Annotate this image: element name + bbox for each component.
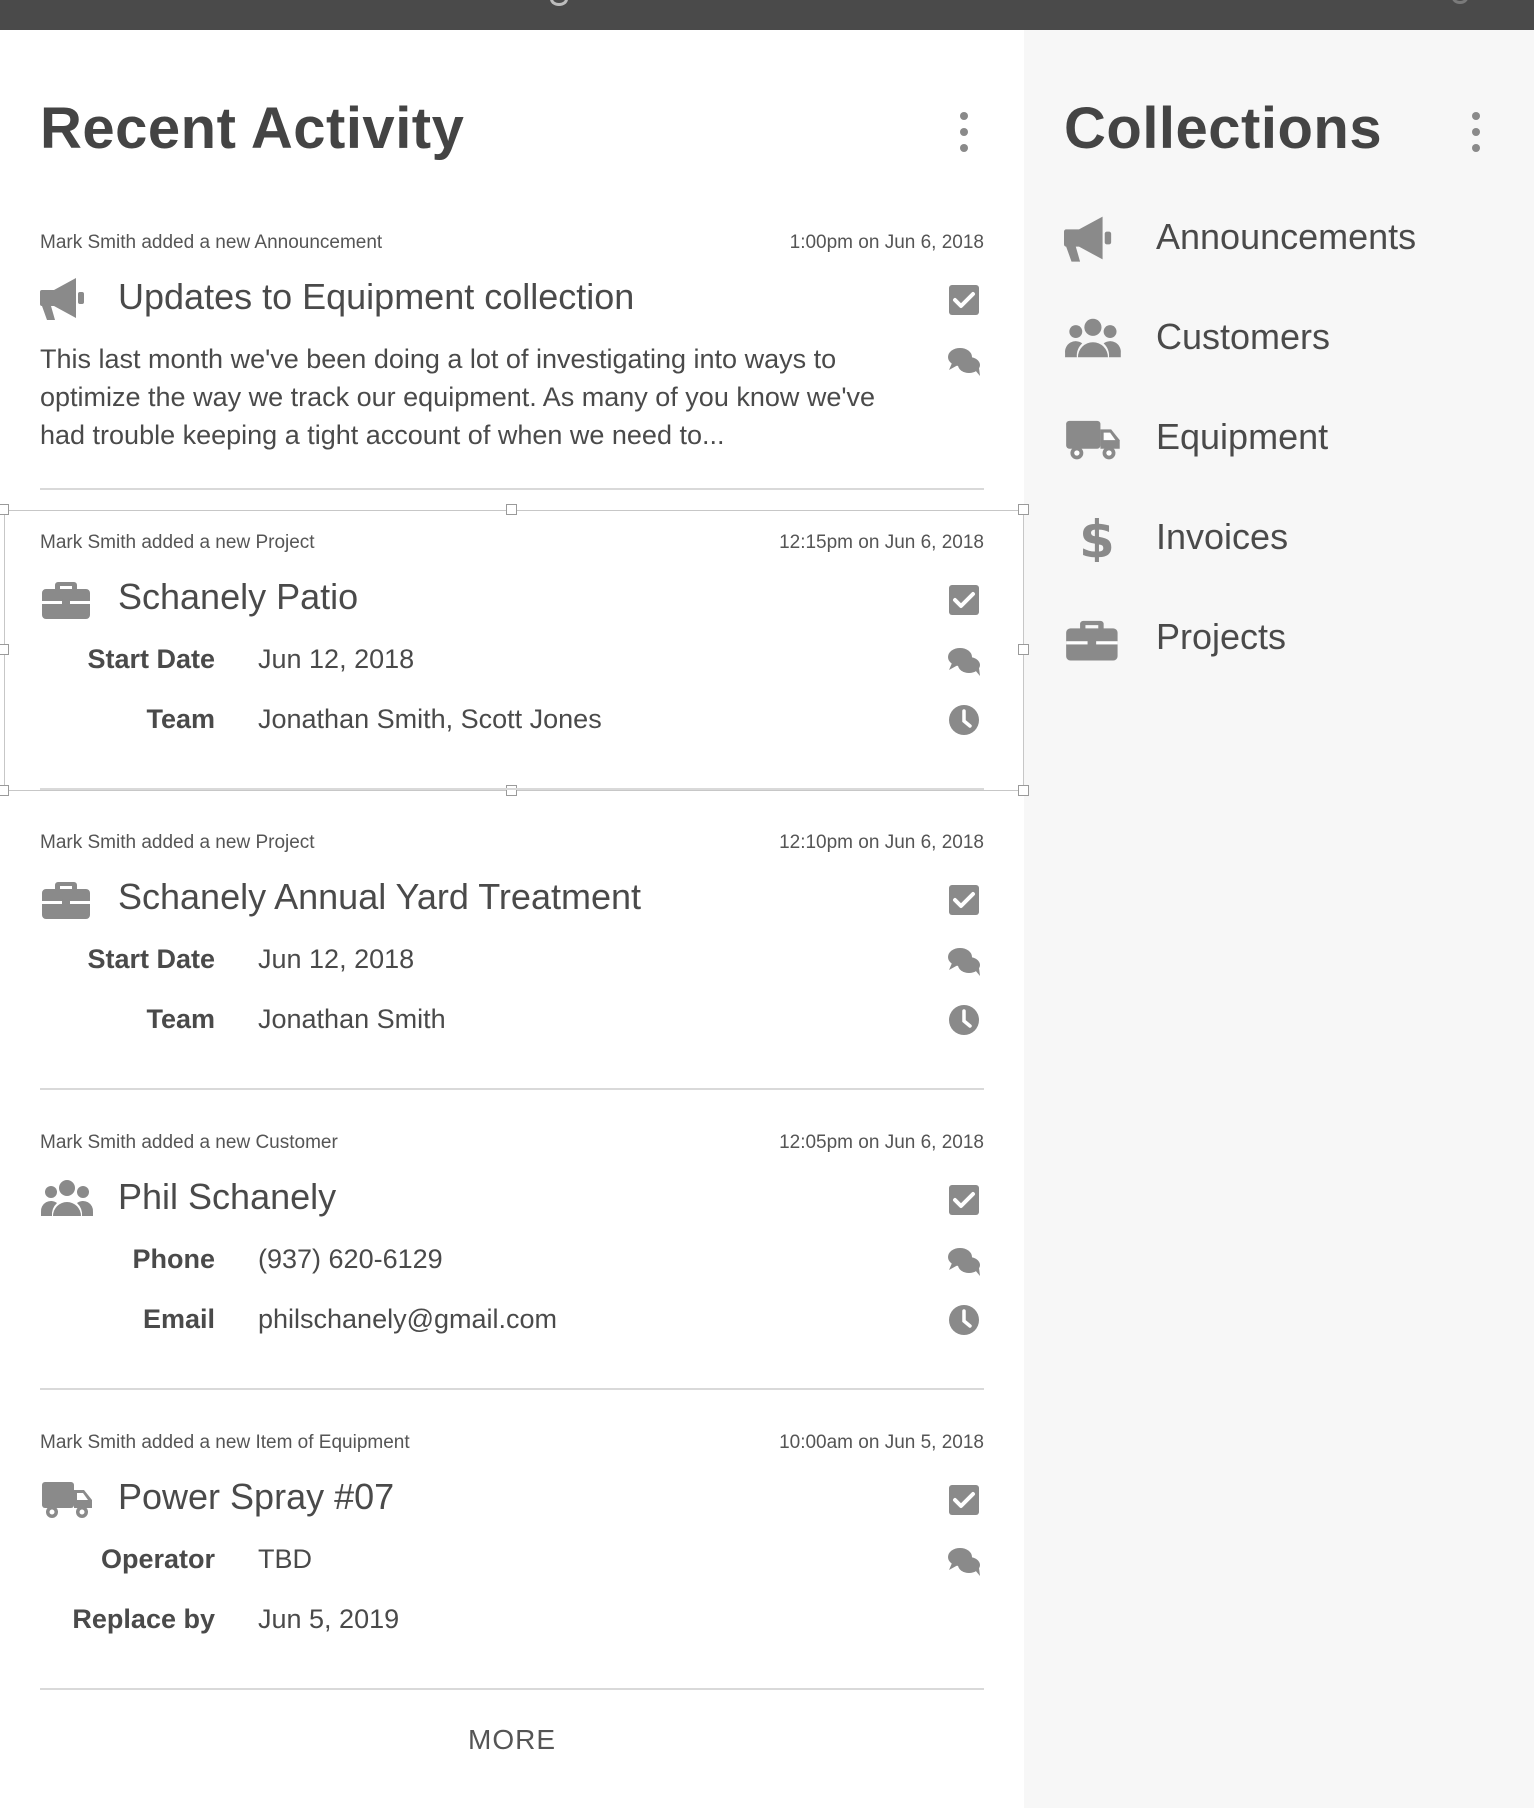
collection-label: Equipment bbox=[1156, 416, 1329, 457]
resize-handle[interactable] bbox=[1018, 644, 1029, 655]
collection-item-announcements[interactable]: Announcements bbox=[1064, 208, 1504, 268]
entry-title[interactable]: Phil Schanely bbox=[118, 1176, 336, 1218]
checkbox-icon[interactable] bbox=[946, 1482, 982, 1518]
entry-title[interactable]: Updates to Equipment collection bbox=[118, 276, 634, 318]
entry-title[interactable]: Schanely Annual Yard Treatment bbox=[118, 876, 641, 918]
entry-time: 12:05pm on Jun 6, 2018 bbox=[779, 1132, 984, 1153]
truck-icon bbox=[42, 1482, 92, 1518]
field-value: Jun 5, 2019 bbox=[258, 1604, 400, 1634]
top-bar bbox=[0, 0, 1534, 30]
entry-time: 1:00pm on Jun 6, 2018 bbox=[789, 232, 984, 253]
field-value: (937) 620-6129 bbox=[258, 1244, 443, 1274]
checkbox-icon[interactable] bbox=[946, 582, 982, 618]
collection-item-projects[interactable]: Projects bbox=[1064, 608, 1504, 668]
resize-handle[interactable] bbox=[506, 785, 517, 796]
entry-meta: Mark Smith added a new Project bbox=[40, 532, 315, 553]
field-label: Team bbox=[146, 704, 215, 734]
megaphone-icon bbox=[40, 278, 84, 320]
checkbox-icon[interactable] bbox=[946, 1182, 982, 1218]
activity-entry: Mark Smith added a new Project 12:15pm o… bbox=[40, 532, 984, 752]
field-label: Phone bbox=[132, 1244, 215, 1274]
field-value: Jun 12, 2018 bbox=[258, 644, 415, 674]
activity-entry: Mark Smith added a new Item of Equipment… bbox=[40, 1432, 984, 1652]
divider bbox=[40, 1688, 984, 1690]
collections-title: Collections bbox=[1064, 96, 1383, 161]
field-value: Jonathan Smith, Scott Jones bbox=[258, 704, 602, 734]
field-label: Start Date bbox=[87, 944, 215, 974]
entry-title[interactable]: Schanely Patio bbox=[118, 576, 358, 618]
activity-entry: Mark Smith added a new Project 12:10pm o… bbox=[40, 832, 984, 1052]
users-icon bbox=[1065, 318, 1121, 358]
entry-time: 12:15pm on Jun 6, 2018 bbox=[779, 532, 984, 553]
entry-meta: Mark Smith added a new Project bbox=[40, 832, 315, 853]
entry-body: This last month we've been doing a lot o… bbox=[40, 344, 876, 450]
field-value[interactable]: philschanely@gmail.com bbox=[258, 1304, 557, 1335]
divider bbox=[40, 488, 984, 490]
clock-icon[interactable] bbox=[946, 1302, 982, 1338]
briefcase-icon bbox=[42, 882, 90, 919]
checkbox-icon[interactable] bbox=[946, 282, 982, 318]
activity-entry: Mark Smith added a new Announcement 1:00… bbox=[40, 232, 984, 452]
comment-icon[interactable] bbox=[946, 1244, 982, 1280]
resize-handle[interactable] bbox=[1018, 785, 1029, 796]
clock-icon[interactable] bbox=[946, 702, 982, 738]
collections-menu-icon[interactable] bbox=[1466, 112, 1486, 152]
field-label: Operator bbox=[100, 1544, 215, 1574]
collection-item-equipment[interactable]: Equipment bbox=[1064, 408, 1504, 468]
field-value: Jonathan Smith bbox=[258, 1004, 446, 1034]
megaphone-icon bbox=[1064, 216, 1112, 262]
divider bbox=[40, 1388, 984, 1390]
entry-time: 10:00am on Jun 5, 2018 bbox=[779, 1432, 984, 1453]
users-icon bbox=[40, 1180, 94, 1216]
entry-time: 12:10pm on Jun 6, 2018 bbox=[779, 832, 984, 853]
more-button[interactable]: MORE bbox=[0, 1724, 1024, 1756]
collection-label: Invoices bbox=[1156, 516, 1289, 557]
recent-activity-title: Recent Activity bbox=[40, 96, 465, 161]
collections-panel bbox=[1024, 30, 1534, 1808]
collection-label: Customers bbox=[1156, 316, 1331, 357]
comment-icon[interactable] bbox=[946, 644, 982, 680]
comment-icon[interactable] bbox=[946, 944, 982, 980]
collection-item-customers[interactable]: Customers bbox=[1064, 308, 1504, 368]
resize-handle[interactable] bbox=[1018, 504, 1029, 515]
resize-handle[interactable] bbox=[0, 785, 9, 796]
checkbox-icon[interactable] bbox=[946, 882, 982, 918]
resize-handle[interactable] bbox=[506, 504, 517, 515]
field-value: Jun 12, 2018 bbox=[258, 944, 415, 974]
entry-meta: Mark Smith added a new Announcement bbox=[40, 232, 383, 253]
clock-icon[interactable] bbox=[946, 1002, 982, 1038]
divider bbox=[40, 788, 984, 790]
briefcase-icon bbox=[1066, 620, 1118, 661]
activity-entry: Mark Smith added a new Customer 12:05pm … bbox=[40, 1132, 984, 1352]
entry-meta: Mark Smith added a new Item of Equipment bbox=[40, 1432, 410, 1453]
field-label: Team bbox=[146, 1004, 215, 1034]
resize-handle[interactable] bbox=[0, 644, 9, 655]
collection-item-invoices[interactable]: Invoices bbox=[1064, 508, 1504, 568]
status-icon bbox=[550, 0, 568, 6]
recent-activity-menu-icon[interactable] bbox=[954, 112, 974, 152]
comment-icon[interactable] bbox=[946, 1544, 982, 1580]
resize-handle[interactable] bbox=[0, 504, 9, 515]
entry-title[interactable]: Power Spray #07 bbox=[118, 1476, 394, 1518]
status-icon bbox=[1452, 0, 1468, 4]
field-label: Start Date bbox=[87, 644, 215, 674]
field-label: Email bbox=[142, 1304, 215, 1334]
briefcase-icon bbox=[42, 582, 90, 619]
collection-label: Announcements bbox=[1156, 216, 1417, 257]
entry-meta: Mark Smith added a new Customer bbox=[40, 1132, 338, 1153]
field-label: Replace by bbox=[72, 1604, 215, 1634]
comment-icon[interactable] bbox=[946, 344, 982, 380]
truck-icon bbox=[1066, 420, 1120, 460]
divider bbox=[40, 1088, 984, 1090]
collection-label: Projects bbox=[1156, 616, 1287, 657]
dollar-icon bbox=[1079, 514, 1115, 562]
field-value: TBD bbox=[258, 1544, 312, 1574]
